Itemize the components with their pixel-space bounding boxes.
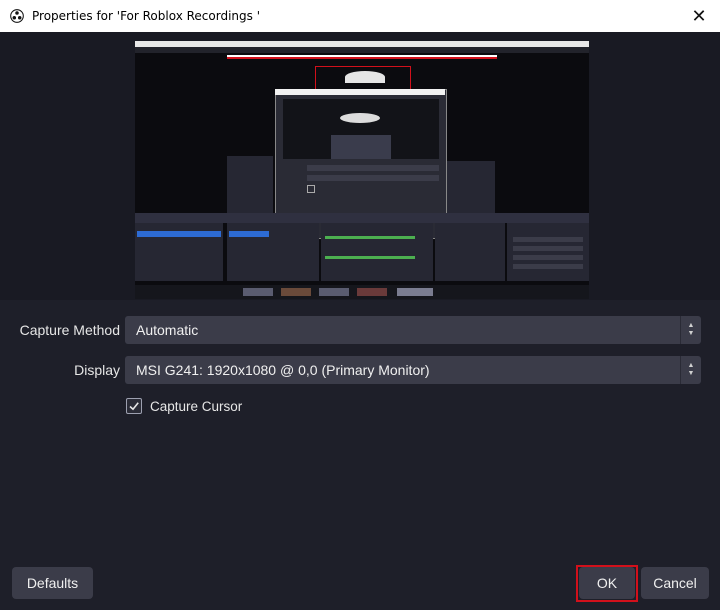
- defaults-button[interactable]: Defaults: [12, 567, 93, 599]
- capture-method-select[interactable]: Automatic ▲ ▼: [125, 316, 701, 344]
- display-row: Display MSI G241: 1920x1080 @ 0,0 (Prima…: [0, 356, 720, 384]
- close-button[interactable]: ✕: [688, 5, 710, 27]
- capture-cursor-checkbox[interactable]: [126, 398, 142, 414]
- close-icon: ✕: [691, 6, 707, 26]
- capture-cursor-row: Capture Cursor: [126, 396, 242, 416]
- ok-button-highlight: [576, 565, 638, 602]
- display-value: MSI G241: 1920x1080 @ 0,0 (Primary Monit…: [136, 362, 430, 378]
- cancel-button[interactable]: Cancel: [641, 567, 709, 599]
- capture-method-row: Capture Method Automatic ▲ ▼: [0, 316, 720, 344]
- up-down-arrows-icon: ▲ ▼: [680, 316, 701, 344]
- display-label: Display: [74, 362, 120, 378]
- up-down-arrows-icon: ▲ ▼: [680, 356, 701, 384]
- checkmark-icon: [129, 402, 139, 411]
- title-bar: Properties for 'For Roblox Recordings ' …: [0, 0, 720, 32]
- display-select[interactable]: MSI G241: 1920x1080 @ 0,0 (Primary Monit…: [125, 356, 701, 384]
- capture-method-label: Capture Method: [19, 322, 120, 338]
- capture-method-value: Automatic: [136, 322, 199, 338]
- capture-cursor-label: Capture Cursor: [150, 398, 243, 414]
- source-preview-area: [0, 32, 720, 300]
- obs-app-icon: [10, 9, 24, 23]
- window-title: Properties for 'For Roblox Recordings ': [32, 9, 260, 23]
- display-capture-preview: [135, 41, 589, 299]
